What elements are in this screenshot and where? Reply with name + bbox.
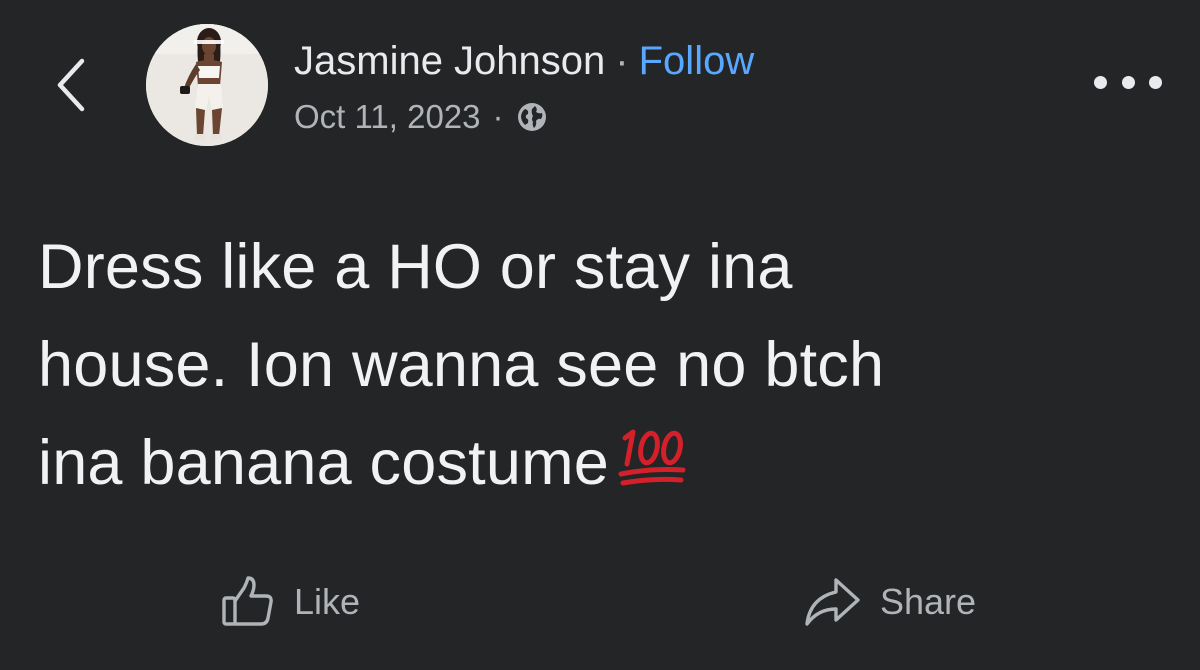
like-button[interactable]: Like: [220, 570, 360, 634]
globe-icon[interactable]: [516, 101, 548, 133]
avatar[interactable]: [146, 24, 268, 146]
post-body: Dress like a HO or stay ina house. Ion w…: [38, 218, 1168, 512]
author-name[interactable]: Jasmine Johnson: [294, 39, 605, 84]
more-options-button[interactable]: [1094, 62, 1162, 102]
more-dot: [1149, 75, 1162, 89]
more-dot: [1094, 75, 1107, 89]
more-dot: [1121, 75, 1135, 89]
follow-button[interactable]: Follow: [639, 39, 755, 84]
post-text-line-last: ina banana costume: [38, 414, 1168, 512]
hundred-points-icon: [618, 429, 686, 486]
post-text-line: ina banana costume: [38, 428, 609, 498]
like-label: Like: [294, 581, 361, 622]
post-date[interactable]: Oct 11, 2023: [294, 98, 481, 136]
author-line: Jasmine Johnson · Follow: [294, 36, 754, 86]
post-text-line: house. Ion wanna see no btch: [38, 330, 885, 400]
meta-separator: ·: [492, 98, 504, 135]
back-button[interactable]: [48, 55, 100, 115]
chevron-left-icon: [57, 58, 85, 112]
thumbs-up-icon: [222, 576, 273, 626]
post-meta: Oct 11, 2023 ·: [294, 96, 548, 138]
name-separator: ·: [615, 38, 629, 83]
share-label: Share: [880, 581, 977, 622]
share-arrow-icon: [805, 578, 860, 626]
avatar-photo: [146, 24, 268, 146]
post-text-line: Dress like a HO or stay ina: [38, 232, 793, 302]
post-screen: Jasmine Johnson · Follow Oct 11, 2023 · …: [0, 0, 1200, 670]
share-button[interactable]: Share: [802, 570, 976, 634]
